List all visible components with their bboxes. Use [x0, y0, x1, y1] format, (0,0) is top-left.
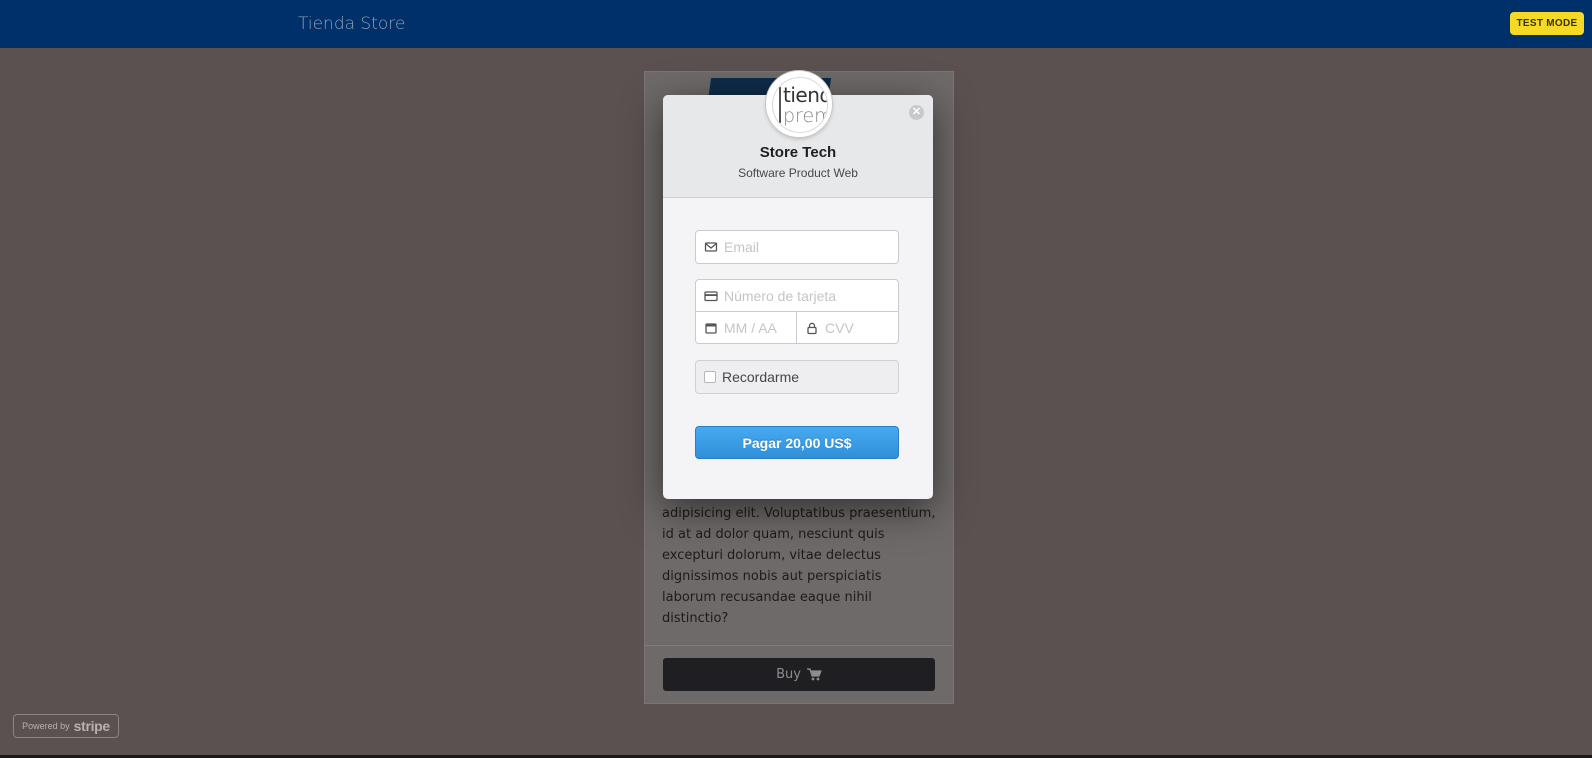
remember-label: Recordarme: [722, 369, 800, 385]
expiry-field[interactable]: [695, 311, 797, 344]
logo-text-bottom: prem: [783, 105, 828, 127]
cvv-input[interactable]: [825, 319, 898, 336]
top-navbar: Tienda Store TEST MODE: [0, 0, 1592, 48]
brand-title[interactable]: Tienda Store: [298, 14, 405, 34]
calendar-icon: [705, 322, 717, 334]
card-number-input[interactable]: [724, 287, 898, 304]
card-number-field[interactable]: [695, 279, 899, 312]
checkout-modal: tiend prem ✕ Store Tech Software Product…: [663, 71, 933, 499]
merchant-logo: tiend prem: [766, 71, 832, 137]
buy-label: Buy: [776, 667, 801, 682]
envelope-icon: [704, 242, 718, 252]
pay-label: Pagar 20,00 US$: [742, 434, 852, 451]
product-description: Lorem ipsum dolor sit amet consectetur, …: [662, 485, 936, 626]
checkout-subtitle: Software Product Web: [738, 166, 858, 180]
buy-button[interactable]: Buy: [663, 658, 935, 691]
remember-checkbox[interactable]: [704, 371, 716, 383]
checkout-title: Store Tech: [759, 144, 837, 161]
remember-me-toggle[interactable]: Recordarme: [695, 360, 899, 394]
close-icon[interactable]: ✕: [909, 105, 924, 120]
email-input[interactable]: [724, 239, 898, 255]
credit-card-icon: [704, 290, 718, 301]
card-divider: [645, 645, 953, 646]
shopping-cart-icon: [806, 668, 822, 681]
test-mode-badge: TEST MODE: [1510, 12, 1584, 35]
logo-text-top: tiend: [783, 83, 828, 107]
powered-by-label: Powered by: [22, 721, 70, 731]
email-field[interactable]: [695, 230, 899, 264]
checkout-header: tiend prem ✕ Store Tech Software Product…: [663, 71, 933, 198]
cvv-field[interactable]: [796, 311, 899, 344]
pay-button[interactable]: Pagar 20,00 US$: [695, 426, 899, 459]
powered-by-stripe-badge[interactable]: Powered by stripe: [13, 714, 119, 738]
lock-icon: [807, 322, 817, 334]
stripe-logo: stripe: [73, 718, 111, 734]
expiry-input[interactable]: [724, 319, 796, 336]
